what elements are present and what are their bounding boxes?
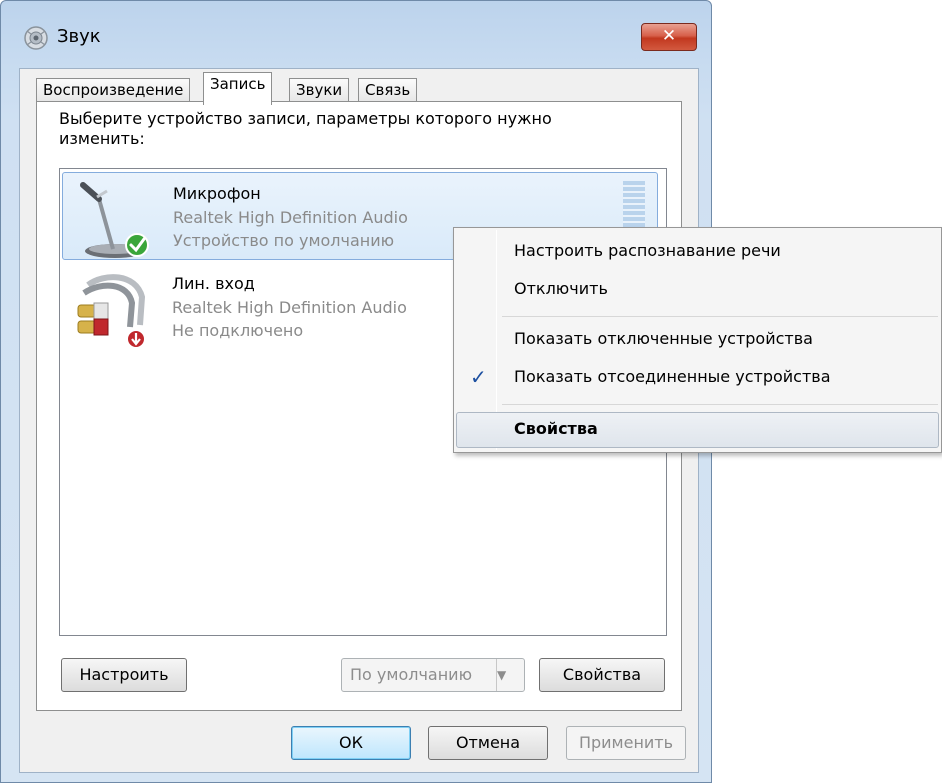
device-driver: Realtek High Definition Audio (172, 298, 407, 317)
device-prompt: Выберите устройство записи, параметры ко… (59, 109, 552, 148)
menu-separator (502, 404, 938, 405)
configure-button[interactable]: Настроить (61, 658, 187, 692)
title-bar[interactable]: Звук ✕ (1, 1, 711, 69)
menu-item-label: Показать отсоединенные устройства (514, 367, 831, 386)
device-name: Лин. вход (172, 274, 255, 293)
tab-recording[interactable]: Запись (203, 72, 273, 105)
menu-item-properties[interactable]: Свойства (456, 412, 939, 448)
device-driver: Realtek High Definition Audio (173, 208, 408, 227)
cancel-button[interactable]: Отмена (428, 726, 548, 760)
set-default-split-button[interactable]: По умолчанию ▼ (341, 658, 525, 692)
menu-item-disable[interactable]: Отключить (456, 272, 939, 308)
menu-item-show-disconnected[interactable]: ✓ Показать отсоединенные устройства (456, 360, 939, 396)
device-context-menu: Настроить распознавание речи Отключить П… (453, 227, 942, 453)
device-status: Не подключено (172, 321, 304, 340)
ok-button[interactable]: ОК (291, 726, 411, 760)
menu-separator (502, 316, 938, 317)
window-title: Звук (57, 26, 101, 47)
chevron-down-icon[interactable]: ▼ (496, 659, 524, 691)
menu-item-configure-speech[interactable]: Настроить распознавание речи (456, 234, 939, 270)
device-status: Устройство по умолчанию (173, 231, 395, 250)
line-in-cable-icon (77, 274, 146, 349)
device-name: Микрофон (173, 184, 261, 203)
close-icon: ✕ (661, 26, 677, 46)
apply-button[interactable]: Применить (566, 726, 686, 760)
speaker-icon (24, 26, 48, 50)
properties-button[interactable]: Свойства (539, 658, 665, 692)
default-check-icon (125, 233, 149, 257)
set-default-label: По умолчанию (350, 665, 473, 684)
close-button[interactable]: ✕ (641, 23, 697, 51)
menu-item-show-disabled[interactable]: Показать отключенные устройства (456, 322, 939, 358)
microphone-icon (80, 182, 149, 258)
checkmark-icon: ✓ (470, 365, 487, 389)
